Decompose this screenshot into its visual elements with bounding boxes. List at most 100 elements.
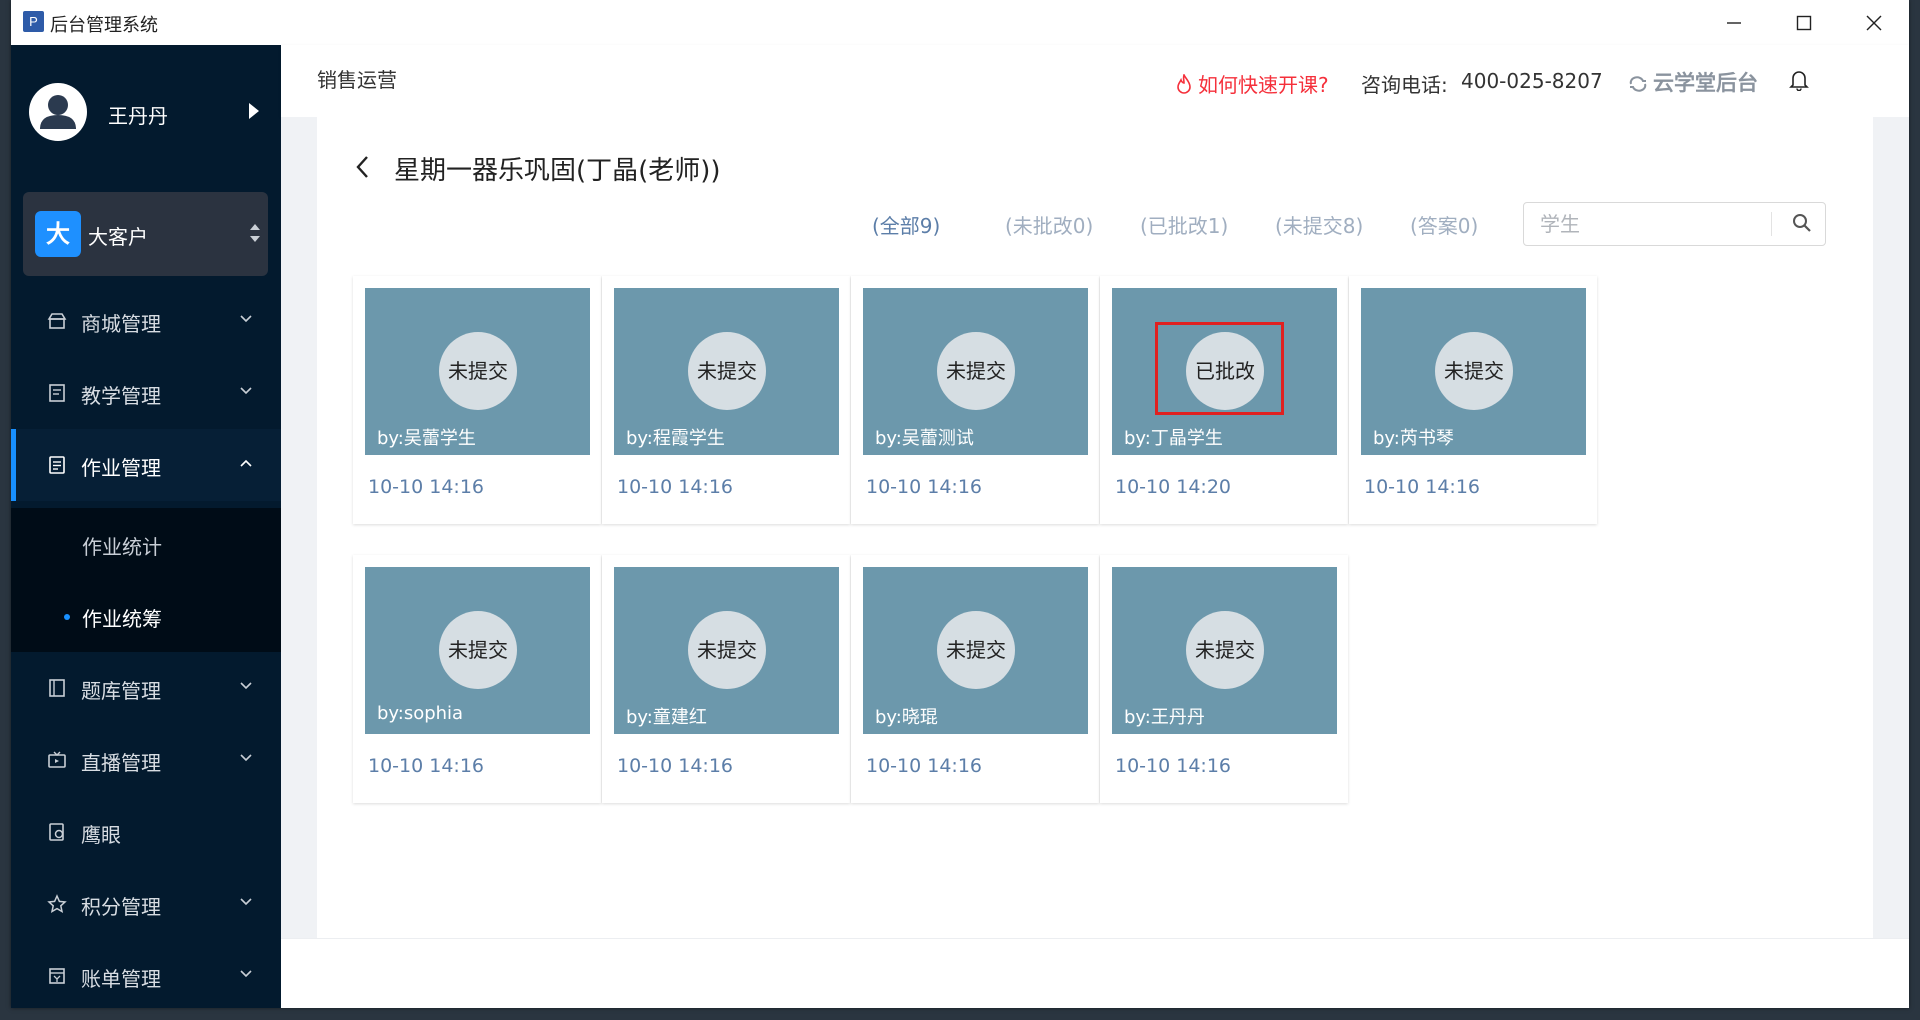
org-switcher[interactable]: 大 大客户 — [23, 192, 268, 276]
card-author: by:吴蕾学生 — [377, 428, 476, 449]
card-thumbnail: 已批改 by:丁晶学生 — [1112, 288, 1337, 455]
card-author: by:童建红 — [626, 707, 707, 728]
homework-card[interactable]: 未提交 by:吴蕾测试 10-10 14:16 — [851, 276, 1099, 524]
homework-card[interactable]: 未提交 by:晓琨 10-10 14:16 — [851, 555, 1099, 803]
card-thumbnail: 未提交 by:吴蕾学生 — [365, 288, 590, 455]
status-badge: 未提交 — [1186, 611, 1264, 689]
card-thumbnail: 未提交 by:sophia — [365, 567, 590, 734]
shop-icon — [47, 313, 67, 329]
card-time: 10-10 14:16 — [866, 755, 983, 777]
minimize-button[interactable] — [1699, 0, 1769, 45]
card-thumbnail: 未提交 by:王丹丹 — [1112, 567, 1337, 734]
sidebar-item-eagle-eye[interactable]: 鹰眼 — [11, 796, 281, 868]
live-icon — [48, 751, 66, 768]
book-icon — [49, 384, 65, 402]
chevron-down-icon — [240, 682, 252, 690]
question-bank-icon — [49, 679, 65, 697]
active-dot — [64, 614, 70, 620]
card-author: by:程霞学生 — [626, 428, 725, 449]
org-badge: 大 — [35, 211, 81, 257]
caret-right-icon — [249, 103, 259, 119]
card-time: 10-10 14:16 — [617, 476, 734, 498]
minimize-icon — [1727, 22, 1741, 24]
card-time: 10-10 14:16 — [866, 476, 983, 498]
status-badge: 未提交 — [688, 611, 766, 689]
homework-card[interactable]: 已批改 by:丁晶学生 10-10 14:20 — [1100, 276, 1348, 524]
card-author: by:晓琨 — [875, 707, 938, 728]
back-arrow-icon[interactable] — [355, 154, 371, 180]
org-name: 大客户 — [88, 225, 148, 249]
status-badge: 未提交 — [439, 332, 517, 410]
card-time: 10-10 14:16 — [617, 755, 734, 777]
highlight-box — [1155, 322, 1284, 415]
homework-card[interactable]: 未提交 by:sophia 10-10 14:16 — [353, 555, 601, 803]
card-time: 10-10 14:16 — [368, 476, 485, 498]
top-header: 销售运营 如何快速开课? 咨询电话: 400-025-8207 云学堂后台 — [281, 45, 1909, 117]
sidebar: 王丹丹 大 大客户 商城管理 教学管理 作业管理 作业统计 作业统筹 题库管理 … — [11, 45, 281, 1008]
status-badge: 未提交 — [937, 332, 1015, 410]
search-icon[interactable] — [1792, 213, 1812, 233]
card-time: 10-10 14:16 — [1115, 755, 1232, 777]
phone-label: 咨询电话: — [1361, 73, 1448, 97]
card-author: by:丁晶学生 — [1124, 428, 1223, 449]
chevron-down-icon — [240, 315, 252, 323]
sidebar-item-bills[interactable]: 账单管理 — [11, 940, 281, 1008]
filter-unsubmitted[interactable]: (未提交8) — [1275, 210, 1363, 239]
help-link[interactable]: 如何快速开课? — [1176, 69, 1329, 98]
filter-ungraded[interactable]: (未批改0) — [1005, 210, 1093, 239]
card-author: by:王丹丹 — [1124, 707, 1205, 728]
sidebar-item-question-bank[interactable]: 题库管理 — [11, 652, 281, 724]
filter-graded[interactable]: (已批改1) — [1140, 210, 1228, 239]
homework-card[interactable]: 未提交 by:芮书琴 10-10 14:16 — [1349, 276, 1597, 524]
close-button[interactable] — [1839, 0, 1909, 45]
active-indicator — [11, 429, 16, 501]
sidebar-subitem-label: 作业统筹 — [82, 607, 162, 631]
card-thumbnail: 未提交 by:程霞学生 — [614, 288, 839, 455]
refresh-icon — [1629, 76, 1647, 92]
close-icon — [1866, 15, 1882, 31]
card-thumbnail: 未提交 by:吴蕾测试 — [863, 288, 1088, 455]
homework-card[interactable]: 未提交 by:王丹丹 10-10 14:16 — [1100, 555, 1348, 803]
status-badge: 未提交 — [439, 611, 517, 689]
sidebar-item-label: 直播管理 — [81, 751, 161, 775]
sidebar-item-shop[interactable]: 商城管理 — [11, 285, 281, 357]
sidebar-subitem-planning[interactable]: 作业统筹 — [11, 580, 281, 652]
search-divider — [1771, 212, 1772, 236]
sidebar-item-points[interactable]: 积分管理 — [11, 868, 281, 940]
sidebar-item-label: 教学管理 — [81, 384, 161, 408]
card-thumbnail: 未提交 by:晓琨 — [863, 567, 1088, 734]
filter-all[interactable]: (全部9) — [872, 210, 940, 239]
sidebar-item-label: 积分管理 — [81, 895, 161, 919]
filter-answers[interactable]: (答案0) — [1410, 210, 1478, 239]
bell-icon[interactable] — [1789, 69, 1809, 91]
search-box — [1523, 202, 1826, 246]
chevron-down-icon — [240, 387, 252, 395]
breadcrumb[interactable]: 销售运营 — [317, 64, 397, 93]
phone-number: 400-025-8207 — [1461, 69, 1603, 93]
card-thumbnail: 未提交 by:芮书琴 — [1361, 288, 1586, 455]
card-time: 10-10 14:16 — [368, 755, 485, 777]
title-bar: P 后台管理系统 — [11, 0, 1909, 45]
sidebar-item-teaching[interactable]: 教学管理 — [11, 357, 281, 429]
sidebar-item-label: 题库管理 — [81, 679, 161, 703]
student-search-input[interactable] — [1538, 211, 1772, 237]
status-badge: 未提交 — [1435, 332, 1513, 410]
flame-icon — [1177, 74, 1191, 94]
homework-card[interactable]: 未提交 by:程霞学生 10-10 14:16 — [602, 276, 850, 524]
sidebar-item-live[interactable]: 直播管理 — [11, 724, 281, 796]
user-profile[interactable]: 王丹丹 — [11, 45, 281, 180]
homework-card[interactable]: 未提交 by:童建红 10-10 14:16 — [602, 555, 850, 803]
sidebar-subitem-stats[interactable]: 作业统计 — [11, 508, 281, 580]
chevron-up-icon — [240, 459, 252, 467]
homework-icon — [49, 456, 65, 474]
card-author: by:吴蕾测试 — [875, 428, 974, 449]
help-link-text: 如何快速开课? — [1198, 73, 1329, 97]
sidebar-item-homework[interactable]: 作业管理 — [11, 429, 281, 501]
star-icon — [47, 894, 67, 913]
maximize-button[interactable] — [1769, 0, 1839, 45]
brand-link[interactable]: 云学堂后台 — [1627, 67, 1758, 97]
chevron-down-icon — [240, 970, 252, 978]
chevron-down-icon — [240, 898, 252, 906]
avatar — [29, 83, 87, 141]
homework-card[interactable]: 未提交 by:吴蕾学生 10-10 14:16 — [353, 276, 601, 524]
